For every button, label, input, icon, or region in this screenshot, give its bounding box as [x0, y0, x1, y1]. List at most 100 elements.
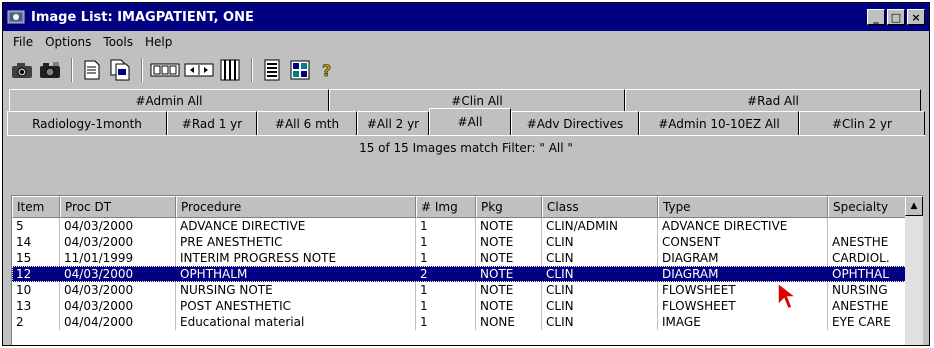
cell-class: CLIN — [542, 234, 658, 250]
column-header-specialty[interactable]: Specialty — [828, 196, 906, 218]
table-row[interactable]: 5 04/03/2000 ADVANCE DIRECTIVE 1 NOTE CL… — [12, 218, 923, 234]
title-bar[interactable]: Image List: IMAGPATIENT, ONE _ □ × — [3, 3, 929, 31]
column-header-procedure[interactable]: Procedure — [176, 196, 416, 218]
cell-pkg: NOTE — [476, 266, 542, 282]
cell-img-count: 1 — [416, 314, 476, 330]
table-row[interactable]: 2 04/04/2000 Educational material 1 NONE… — [12, 314, 923, 330]
list-icon[interactable] — [259, 57, 285, 83]
filmstrip-nav-icon[interactable] — [183, 57, 215, 83]
cell-proc-dt: 04/03/2000 — [60, 298, 176, 314]
cell-specialty: NURSING — [828, 282, 906, 298]
cell-specialty — [828, 218, 906, 234]
cell-specialty: CARDIOL. — [828, 250, 906, 266]
cell-img-count: 1 — [416, 298, 476, 314]
cell-class: CLIN — [542, 282, 658, 298]
cell-class: CLIN — [542, 266, 658, 282]
cell-item: 12 — [12, 266, 60, 282]
tab-row-front: Radiology-1month #Rad 1 yr #All 6 mth #A… — [7, 108, 929, 135]
cell-img-count: 1 — [416, 282, 476, 298]
minimize-button[interactable]: _ — [867, 9, 885, 25]
cell-proc-dt: 04/03/2000 — [60, 234, 176, 250]
cell-pkg: NOTE — [476, 298, 542, 314]
cell-img-count: 1 — [416, 250, 476, 266]
cell-img-count: 2 — [416, 266, 476, 282]
cell-type: FLOWSHEET — [658, 298, 828, 314]
cell-pkg: NOTE — [476, 250, 542, 266]
cell-procedure: POST ANESTHETIC — [176, 298, 416, 314]
camera-alt-icon[interactable] — [37, 57, 63, 83]
cell-procedure: INTERIM PROGRESS NOTE — [176, 250, 416, 266]
cell-item: 5 — [12, 218, 60, 234]
cell-type: DIAGRAM — [658, 250, 828, 266]
toolbar-separator — [141, 58, 143, 82]
tab-rad-all[interactable]: #Rad All — [625, 89, 921, 111]
cell-procedure: PRE ANESTHETIC — [176, 234, 416, 250]
tab-admin-10-10ez-all[interactable]: #Admin 10-10EZ All — [639, 111, 799, 135]
tab-rad-1-yr[interactable]: #Rad 1 yr — [167, 111, 257, 135]
filmstrip-icon[interactable] — [149, 57, 181, 83]
cell-type: ADVANCE DIRECTIVE — [658, 218, 828, 234]
maximize-button[interactable]: □ — [887, 9, 905, 25]
cell-item: 13 — [12, 298, 60, 314]
column-header-proc-dt[interactable]: Proc DT — [60, 196, 176, 218]
cell-type: IMAGE — [658, 314, 828, 330]
cell-pkg: NOTE — [476, 282, 542, 298]
cell-item: 10 — [12, 282, 60, 298]
menu-options[interactable]: Options — [39, 35, 97, 49]
cell-img-count: 1 — [416, 234, 476, 250]
column-header-type[interactable]: Type — [658, 196, 828, 218]
cell-proc-dt: 04/03/2000 — [60, 266, 176, 282]
vertical-scrollbar[interactable]: ▲ — [905, 196, 923, 345]
cell-item: 14 — [12, 234, 60, 250]
filter-status: 15 of 15 Images match Filter: " All " — [7, 135, 925, 160]
cell-class: CLIN/ADMIN — [542, 218, 658, 234]
cell-proc-dt: 04/03/2000 — [60, 282, 176, 298]
toolbar-separator — [71, 58, 73, 82]
column-header-pkg[interactable]: Pkg — [476, 196, 542, 218]
menu-bar: File Options Tools Help — [3, 31, 929, 53]
documents-icon[interactable] — [107, 57, 133, 83]
cell-pkg: NOTE — [476, 234, 542, 250]
cell-class: CLIN — [542, 298, 658, 314]
scroll-up-icon[interactable]: ▲ — [905, 196, 923, 216]
cell-proc-dt: 04/03/2000 — [60, 218, 176, 234]
cell-specialty: EYE CARE — [828, 314, 906, 330]
column-header-img[interactable]: # Img — [416, 196, 476, 218]
cell-procedure: NURSING NOTE — [176, 282, 416, 298]
tab-adv-directives[interactable]: #Adv Directives — [511, 111, 639, 135]
menu-help[interactable]: Help — [139, 35, 178, 49]
columns-icon[interactable] — [217, 57, 243, 83]
close-button[interactable]: × — [907, 9, 925, 25]
cell-class: CLIN — [542, 250, 658, 266]
tab-all[interactable]: #All — [429, 108, 511, 135]
app-icon — [7, 10, 25, 24]
cell-item: 2 — [12, 314, 60, 330]
tab-all-2-yr[interactable]: #All 2 yr — [357, 111, 429, 135]
help-icon[interactable]: ? — [315, 57, 341, 83]
tab-admin-all[interactable]: #Admin All — [9, 89, 329, 111]
cell-img-count: 1 — [416, 218, 476, 234]
cell-type: CONSENT — [658, 234, 828, 250]
cell-type: FLOWSHEET — [658, 282, 828, 298]
tab-all-6-mth[interactable]: #All 6 mth — [257, 111, 357, 135]
abstract-icon[interactable] — [287, 57, 313, 83]
column-header-item[interactable]: Item — [12, 196, 60, 218]
svg-text:?: ? — [322, 61, 331, 80]
camera-icon[interactable] — [9, 57, 35, 83]
column-header-class[interactable]: Class — [542, 196, 658, 218]
table-header: Item Proc DT Procedure # Img Pkg Class T… — [12, 196, 923, 218]
table-row-selected[interactable]: 12 04/03/2000 OPHTHALM 2 NOTE CLIN DIAGR… — [12, 266, 923, 282]
tab-radiology-1month[interactable]: Radiology-1month — [7, 111, 167, 135]
tab-clin-2-yr[interactable]: #Clin 2 yr — [799, 111, 925, 135]
image-list-table[interactable]: Item Proc DT Procedure # Img Pkg Class T… — [11, 195, 923, 345]
menu-file[interactable]: File — [7, 35, 39, 49]
cell-pkg: NONE — [476, 314, 542, 330]
table-row[interactable]: 14 04/03/2000 PRE ANESTHETIC 1 NOTE CLIN… — [12, 234, 923, 250]
mouse-pointer-icon — [777, 281, 798, 311]
table-row[interactable]: 15 11/01/1999 INTERIM PROGRESS NOTE 1 NO… — [12, 250, 923, 266]
document-icon[interactable] — [79, 57, 105, 83]
cell-specialty: ANESTHE — [828, 298, 906, 314]
cell-specialty: ANESTHE — [828, 234, 906, 250]
cell-specialty: OPHTHAL — [828, 266, 906, 282]
menu-tools[interactable]: Tools — [97, 35, 139, 49]
